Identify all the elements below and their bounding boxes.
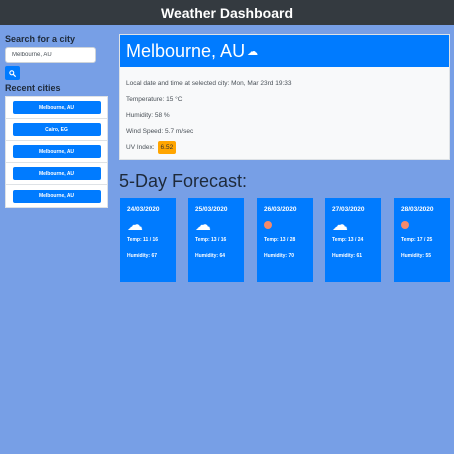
- forecast-card: 25/03/2020 ☁ Temp: 13 / 16 Humidity: 64: [188, 198, 244, 282]
- cloud-icon: ☁: [332, 217, 348, 234]
- forecast-temp: Temp: 13 / 28: [264, 237, 296, 243]
- current-weather-card: Melbourne, AU ☁ Local date and time at s…: [119, 34, 450, 160]
- forecast-card: 28/03/2020 Temp: 17 / 25 Humidity: 55: [394, 198, 450, 282]
- forecast-humidity: Humidity: 61: [332, 253, 363, 259]
- sidebar: Search for a city Recent cities Melbourn…: [5, 34, 109, 208]
- forecast-humidity: Humidity: 67: [127, 253, 158, 259]
- list-item: Melbourne, AU: [6, 185, 107, 207]
- forecast-date: 26/03/2020: [264, 206, 297, 213]
- forecast-humidity: Humidity: 64: [195, 253, 226, 259]
- uv-index-label: UV Index:: [126, 143, 155, 151]
- cloud-icon: ☁: [195, 217, 211, 234]
- cloud-icon: ☁: [247, 45, 259, 58]
- sun-icon: [264, 221, 272, 229]
- forecast-humidity: Humidity: 55: [401, 253, 432, 259]
- app-header: Weather Dashboard: [0, 0, 454, 25]
- city-search-input[interactable]: [5, 47, 96, 63]
- forecast-card: 27/03/2020 ☁ Temp: 13 / 24 Humidity: 61: [325, 198, 381, 282]
- wind-speed-value: Wind Speed: 5.7 m/sec: [126, 127, 194, 135]
- current-city-name: Melbourne, AU: [126, 40, 246, 61]
- recent-city-button[interactable]: Melbourne, AU: [12, 167, 101, 180]
- temperature-value: Temperature: 15 °C: [126, 95, 183, 103]
- list-item: Cairo, EG: [6, 119, 107, 141]
- recent-city-button[interactable]: Melbourne, AU: [12, 145, 101, 158]
- forecast-title: 5-Day Forecast:: [119, 171, 248, 191]
- forecast-humidity: Humidity: 70: [264, 253, 295, 259]
- recent-city-button[interactable]: Cairo, EG: [12, 123, 101, 136]
- forecast-temp: Temp: 17 / 25: [401, 237, 433, 243]
- sun-icon: [401, 221, 409, 229]
- recent-city-button[interactable]: Melbourne, AU: [12, 189, 101, 203]
- uv-index-row: UV Index: 6.52: [126, 139, 443, 155]
- cloud-icon: ☁: [127, 217, 143, 234]
- uv-index-badge: 6.52: [157, 140, 177, 154]
- recent-cities-label: Recent cities: [5, 83, 61, 93]
- forecast-date: 28/03/2020: [401, 206, 434, 213]
- local-datetime: Local date and time at selected city: Mo…: [126, 79, 292, 87]
- current-weather-details: Local date and time at selected city: Mo…: [120, 67, 449, 155]
- list-item: Melbourne, AU: [6, 97, 107, 119]
- forecast-card: 24/03/2020 ☁ Temp: 11 / 16 Humidity: 67: [120, 198, 176, 282]
- recent-cities-list: Melbourne, AU Cairo, EG Melbourne, AU Me…: [5, 96, 108, 208]
- list-item: Melbourne, AU: [6, 163, 107, 185]
- recent-city-button[interactable]: Melbourne, AU: [12, 101, 101, 114]
- app-title: Weather Dashboard: [161, 4, 293, 21]
- list-item: Melbourne, AU: [6, 141, 107, 163]
- search-button[interactable]: [5, 66, 20, 80]
- humidity-value: Humidity: 58 %: [126, 111, 170, 119]
- forecast-card: 26/03/2020 Temp: 13 / 28 Humidity: 70: [257, 198, 313, 282]
- search-label: Search for a city: [5, 34, 76, 44]
- current-weather-header: Melbourne, AU ☁: [120, 35, 449, 67]
- search-icon: [9, 69, 16, 77]
